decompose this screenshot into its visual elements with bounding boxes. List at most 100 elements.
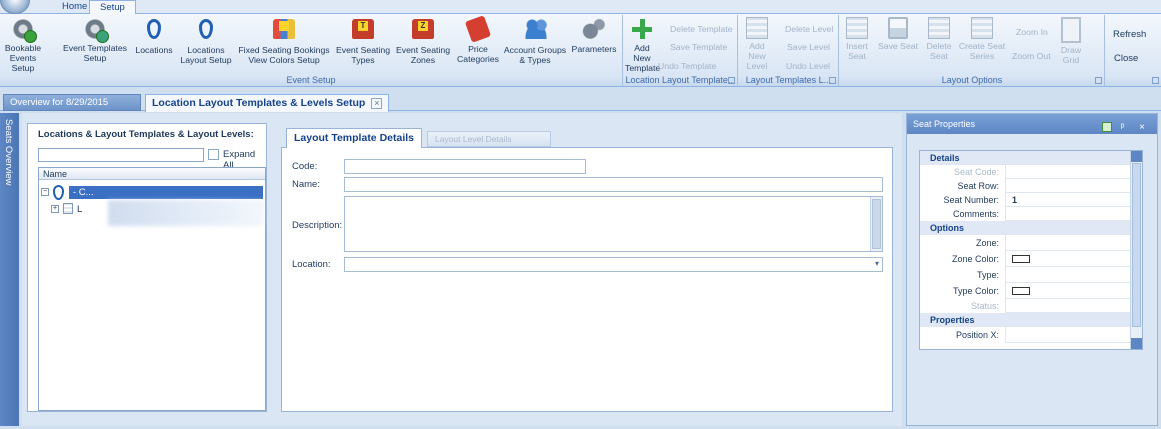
- save-level-button[interactable]: Save Level: [787, 42, 830, 52]
- column-header-name[interactable]: Name: [39, 168, 265, 180]
- panel-title: Seat Properties: [913, 119, 976, 129]
- seats-overview-strip[interactable]: Seats Overview: [0, 113, 19, 426]
- close-tab-icon[interactable]: ×: [371, 97, 383, 109]
- expand-all-checkbox[interactable]: [208, 149, 219, 160]
- group-location-layout-template: Add New Template Delete Template Save Te…: [624, 15, 738, 86]
- parameters-button[interactable]: Parameters: [568, 17, 620, 54]
- side-strip-label: Seats Overview: [3, 119, 14, 186]
- chevron-down-icon: ▾: [874, 259, 879, 268]
- close-button[interactable]: Close: [1114, 54, 1138, 64]
- add-new-level-button[interactable]: Add New Level: [740, 17, 774, 71]
- add-level-icon: [746, 17, 768, 39]
- tree-node-location[interactable]: − - C...: [41, 185, 263, 200]
- group-layout-options: Insert Seat Save Seat Delete Seat Create…: [840, 15, 1105, 86]
- group-label: Layout Templates L...: [739, 74, 838, 86]
- pin-icon[interactable]: ᵖ: [1121, 122, 1131, 133]
- row-seat-code[interactable]: Seat Code:: [920, 165, 1132, 179]
- layout-template-icon: [63, 203, 73, 214]
- app-menu-button[interactable]: [0, 0, 30, 14]
- tab-overview[interactable]: Overview for 8/29/2015: [3, 94, 141, 111]
- group-label: Location Layout Template...: [624, 74, 737, 86]
- collapse-icon[interactable]: −: [41, 188, 49, 196]
- locations-layout-setup-button[interactable]: Locations Layout Setup: [178, 17, 234, 65]
- description-scrollbar[interactable]: [870, 197, 882, 251]
- row-comments[interactable]: Comments:: [920, 207, 1132, 221]
- close-icon[interactable]: ×: [1139, 122, 1151, 133]
- panel-title: Locations & Layout Templates & Layout Le…: [38, 129, 254, 140]
- gears-icon: [582, 18, 606, 40]
- undo-template-button[interactable]: Undo Template: [658, 61, 716, 71]
- save-seat-button[interactable]: Save Seat: [874, 17, 922, 51]
- details-panel: Layout Template Details Layout Level Det…: [281, 128, 893, 412]
- seat-properties-panel: Seat Properties ᵖ × Details Seat Code: S…: [906, 113, 1158, 426]
- delete-seat-button[interactable]: Delete Seat: [924, 17, 954, 61]
- event-seating-zones-button[interactable]: Event Seating Zones: [393, 17, 453, 65]
- category-properties[interactable]: Properties: [920, 313, 1132, 327]
- row-seat-number[interactable]: Seat Number: 1: [920, 193, 1132, 207]
- description-textarea[interactable]: [344, 196, 883, 252]
- seat-number-value[interactable]: 1: [1012, 193, 1017, 207]
- property-grid-scrollbar[interactable]: [1130, 151, 1142, 349]
- seat-properties-title: Seat Properties ᵖ ×: [907, 114, 1157, 134]
- delete-level-button[interactable]: Delete Level: [785, 24, 833, 34]
- apply-icon[interactable]: [1101, 122, 1112, 133]
- scroll-up-icon[interactable]: [1131, 151, 1142, 162]
- filter-input[interactable]: [38, 148, 204, 162]
- event-templates-setup-button[interactable]: Event Templates Setup: [60, 17, 130, 63]
- delete-template-button[interactable]: Delete Template: [670, 24, 733, 34]
- name-label: Name:: [292, 179, 320, 190]
- save-template-button[interactable]: Save Template: [670, 42, 727, 52]
- tab-location-layout-templates[interactable]: Location Layout Templates & Levels Setup…: [145, 94, 390, 112]
- category-options[interactable]: Options: [920, 221, 1132, 235]
- zone-color-swatch[interactable]: [1012, 255, 1030, 263]
- tab-layout-level-details[interactable]: Layout Level Details: [427, 131, 551, 147]
- group-label: Event Setup: [0, 74, 622, 86]
- account-groups-types-button[interactable]: Account Groups & Types: [503, 17, 567, 65]
- zoom-out-button[interactable]: Zoom Out: [1012, 51, 1051, 61]
- bookable-events-setup-button[interactable]: Bookable Events Setup: [2, 17, 44, 73]
- redacted-area: [108, 200, 264, 226]
- undo-level-button[interactable]: Undo Level: [786, 61, 830, 71]
- scroll-down-icon[interactable]: [1131, 338, 1142, 349]
- workspace: Locations & Layout Templates & Layout Le…: [22, 113, 902, 426]
- dialog-launcher[interactable]: [1095, 77, 1102, 84]
- ribbon-tab-strip: Home Setup: [0, 0, 1161, 15]
- fixed-seating-colors-button[interactable]: Fixed Seating Bookings View Colors Setup: [236, 17, 332, 65]
- group-layout-templates-levels: Add New Level Delete Level Save Level Un…: [739, 15, 839, 86]
- name-input[interactable]: [344, 177, 883, 192]
- row-status[interactable]: Status:: [920, 299, 1132, 313]
- draw-grid-button[interactable]: Draw Grid: [1052, 17, 1090, 65]
- add-new-template-button[interactable]: Add New Template: [625, 17, 660, 73]
- scroll-thumb[interactable]: [1132, 163, 1141, 327]
- gear-b-icon: [11, 17, 37, 43]
- dialog-launcher[interactable]: [1152, 77, 1159, 84]
- row-zone[interactable]: Zone:: [920, 235, 1132, 251]
- category-details[interactable]: Details: [920, 151, 1132, 165]
- dialog-launcher[interactable]: [829, 77, 836, 84]
- row-seat-row[interactable]: Seat Row:: [920, 179, 1132, 193]
- group-label: Layout Options: [840, 74, 1104, 86]
- row-type-color[interactable]: Type Color:: [920, 283, 1132, 299]
- row-zone-color[interactable]: Zone Color:: [920, 251, 1132, 267]
- tab-setup[interactable]: Setup: [89, 0, 136, 15]
- location-pin-icon: [147, 19, 161, 39]
- tab-layout-template-details[interactable]: Layout Template Details: [286, 128, 423, 148]
- zoom-in-button[interactable]: Zoom In: [1016, 27, 1048, 37]
- expand-icon[interactable]: +: [51, 205, 59, 213]
- seat-type-icon: [352, 19, 374, 39]
- code-input[interactable]: [344, 159, 586, 174]
- plus-icon: [630, 17, 654, 41]
- insert-seat-button[interactable]: Insert Seat: [842, 17, 872, 61]
- type-color-swatch[interactable]: [1012, 287, 1030, 295]
- dialog-launcher[interactable]: [728, 77, 735, 84]
- row-position-x[interactable]: Position X:: [920, 327, 1132, 343]
- create-seat-series-button[interactable]: Create Seat Series: [956, 17, 1008, 61]
- refresh-button[interactable]: Refresh: [1113, 30, 1146, 40]
- event-seating-types-button[interactable]: Event Seating Types: [333, 17, 393, 65]
- seat-series-icon: [971, 17, 993, 39]
- price-categories-button[interactable]: Price Categories: [455, 15, 501, 64]
- row-type[interactable]: Type:: [920, 267, 1132, 283]
- location-select[interactable]: ▾: [344, 257, 883, 272]
- group-event-setup: Bookable Events Setup Event Templates Se…: [0, 15, 623, 86]
- locations-button[interactable]: Locations: [132, 17, 176, 55]
